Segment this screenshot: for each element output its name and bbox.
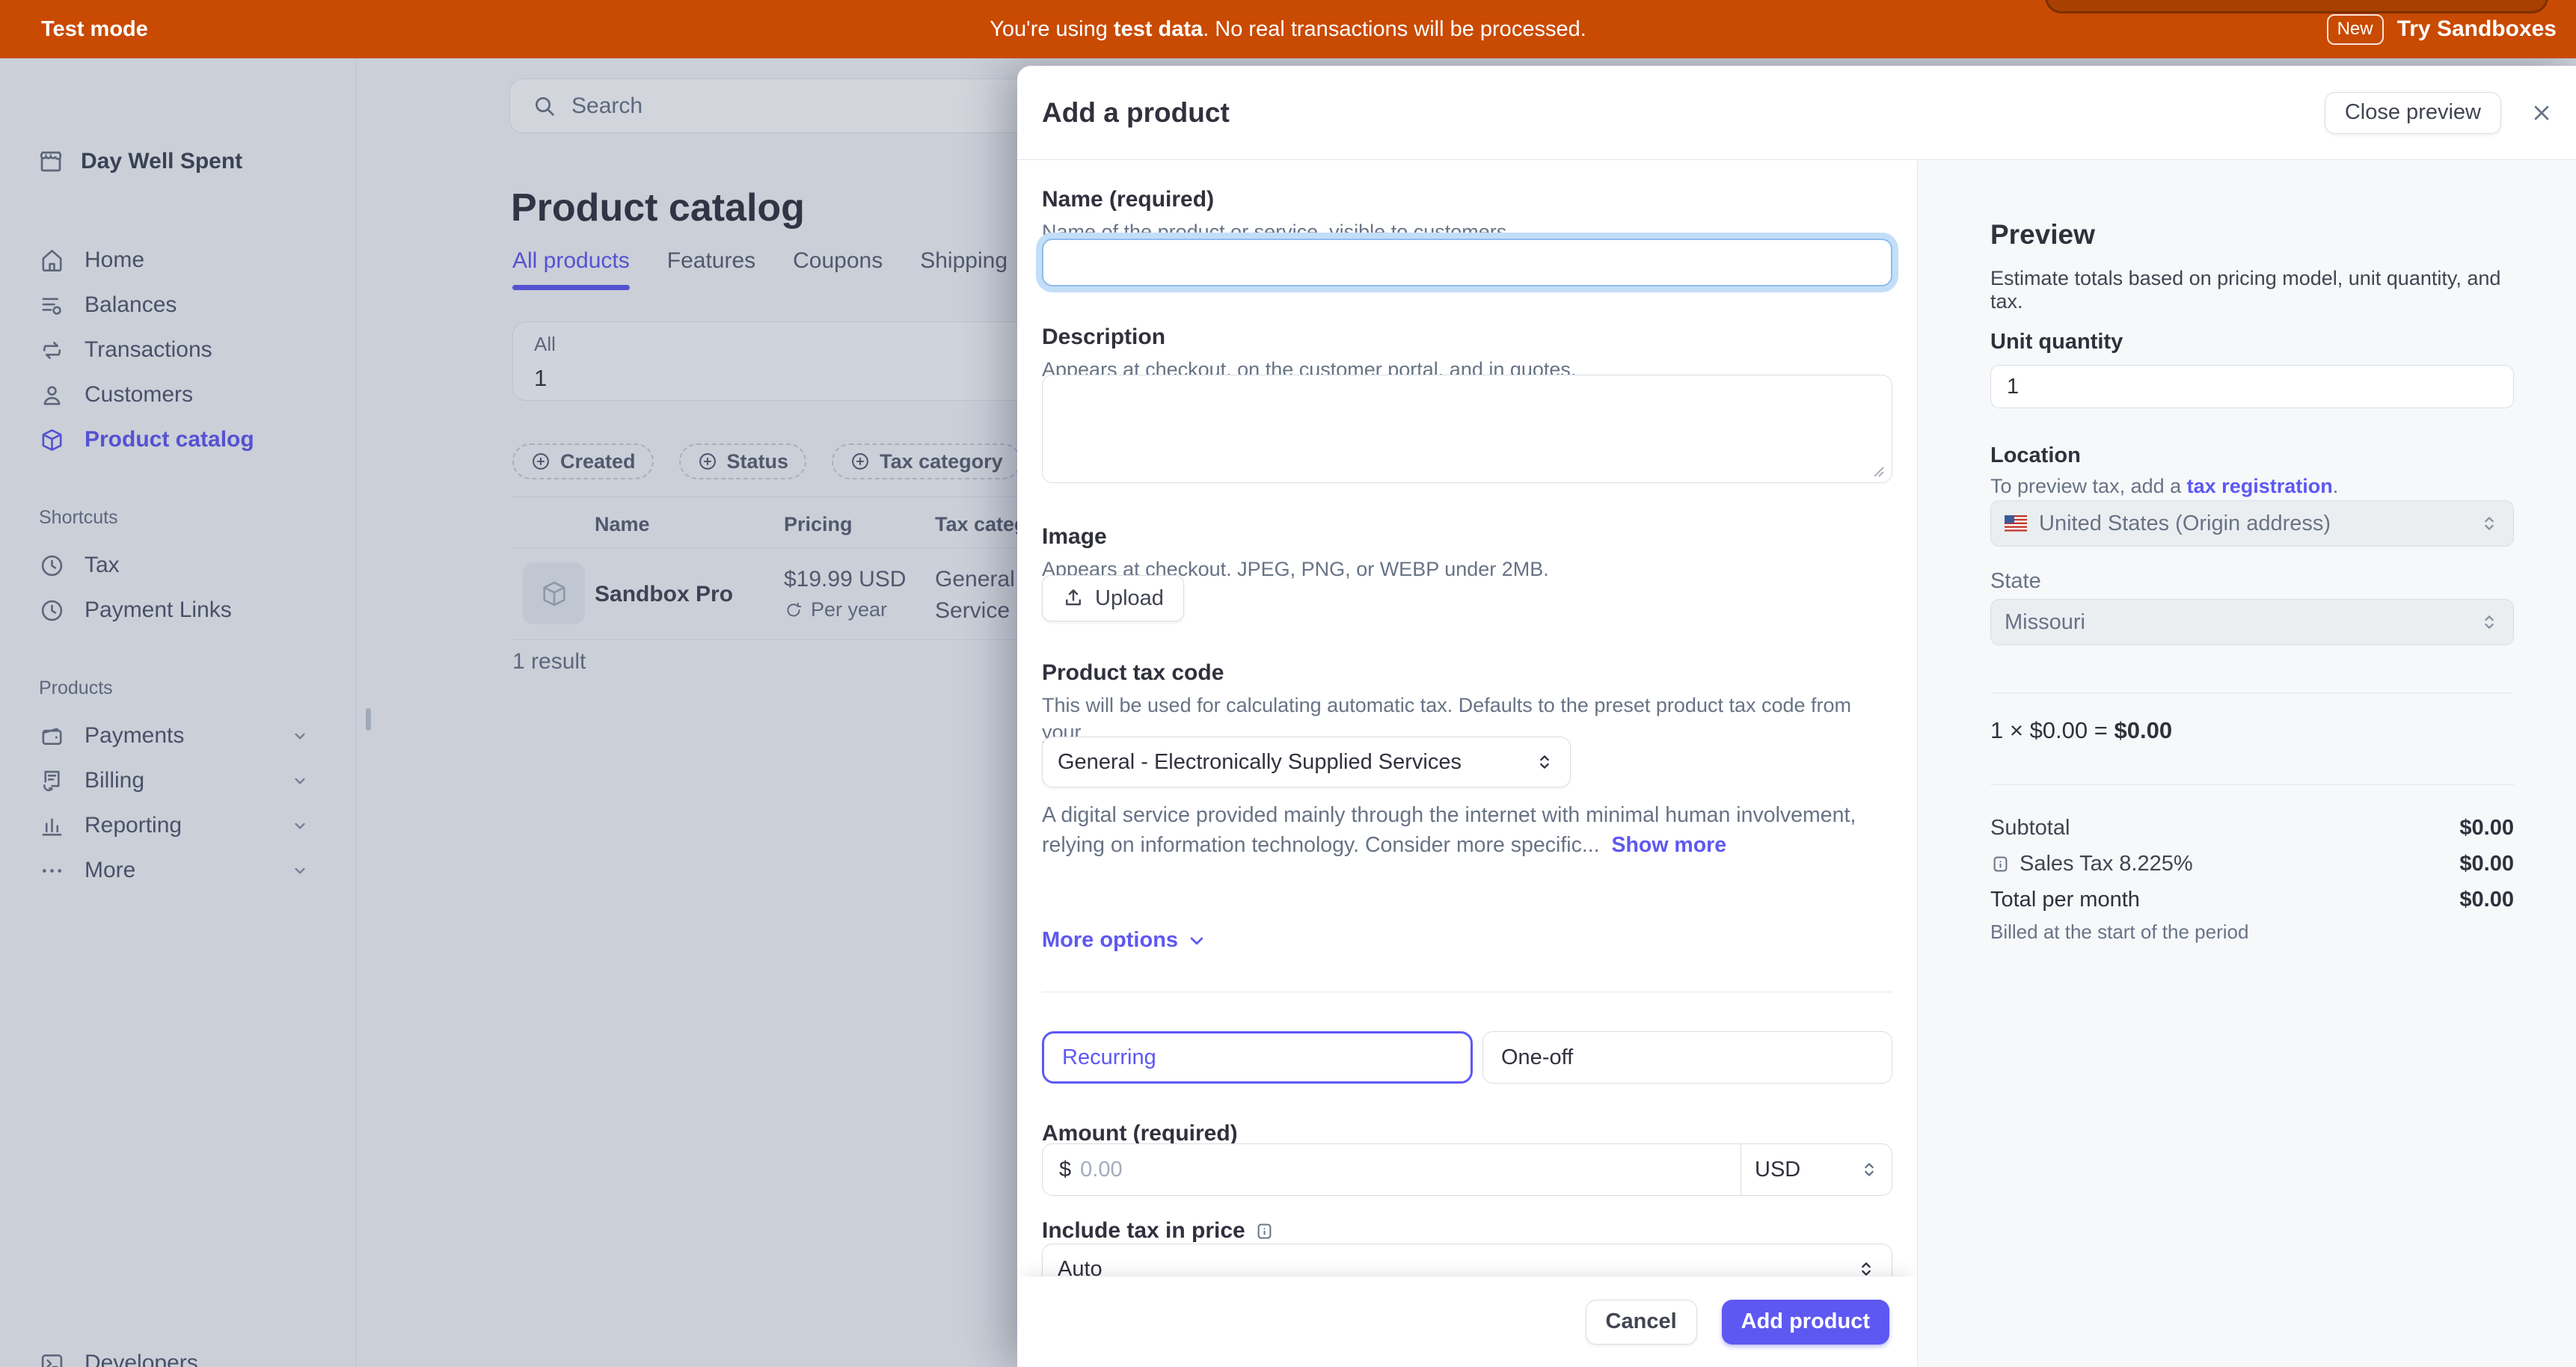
chevron-down-icon — [1186, 930, 1208, 952]
info-icon[interactable] — [1990, 854, 2011, 874]
unit-quantity-label: Unit quantity — [1990, 330, 2514, 354]
modal-title: Add a product — [1042, 97, 1230, 129]
subtotal-row: Subtotal $0.00 — [1990, 816, 2514, 841]
test-data-banner: You're using test data. No real transact… — [0, 17, 2576, 42]
close-preview-button[interactable]: Close preview — [2325, 92, 2501, 134]
image-label: Image — [1042, 524, 1892, 550]
upload-icon — [1062, 587, 1085, 609]
close-icon[interactable] — [2530, 101, 2554, 125]
cancel-button[interactable]: Cancel — [1586, 1300, 1697, 1345]
calc-line: 1 × $0.00 = $0.00 — [1990, 717, 2514, 744]
select-updown-icon — [2479, 513, 2500, 534]
amount-label: Amount (required) — [1042, 1121, 1892, 1146]
select-updown-icon — [1534, 752, 1555, 772]
total-row: Total per month $0.00 — [1990, 888, 2514, 912]
pricing-type-toggle: Recurring One-off — [1042, 1031, 1892, 1084]
sandbox-callout-shape — [2045, 0, 2548, 13]
description-field[interactable] — [1042, 375, 1892, 483]
location-help: To preview tax, add a tax registration. — [1990, 473, 2514, 500]
preview-divider — [1990, 784, 2514, 785]
preview-panel: Preview Estimate totals based on pricing… — [1917, 159, 2576, 1367]
info-icon[interactable] — [1254, 1221, 1275, 1241]
pricing-type-recurring[interactable]: Recurring — [1042, 1031, 1473, 1084]
pricing-type-one-off[interactable]: One-off — [1482, 1031, 1892, 1084]
new-badge: New — [2327, 14, 2384, 45]
state-label: State — [1990, 569, 2514, 594]
amount-field-group: $ USD — [1042, 1143, 1892, 1196]
country-select[interactable]: United States (Origin address) — [1990, 500, 2514, 547]
unit-quantity-input[interactable] — [1990, 365, 2514, 408]
preview-divider — [1990, 692, 2514, 693]
amount-input[interactable] — [1071, 1144, 1741, 1195]
select-updown-icon — [2479, 612, 2500, 633]
include-tax-label: Include tax in price — [1042, 1218, 1892, 1244]
tax-registration-link[interactable]: tax registration — [2187, 475, 2333, 497]
tax-code-label: Product tax code — [1042, 660, 1892, 686]
location-label: Location — [1990, 443, 2514, 468]
more-options-toggle[interactable]: More options — [1042, 928, 1892, 953]
preview-subtitle: Estimate totals based on pricing model, … — [1990, 267, 2514, 313]
modal-footer: Cancel Add product — [1017, 1277, 1917, 1367]
add-product-modal: Add a product Close preview Name (requir… — [1017, 66, 2576, 1367]
state-select[interactable]: Missouri — [1990, 599, 2514, 645]
currency-symbol: $ — [1043, 1158, 1071, 1182]
tax-code-description: A digital service provided mainly throug… — [1042, 800, 1892, 860]
currency-select[interactable]: USD — [1741, 1144, 1892, 1195]
description-label: Description — [1042, 325, 1892, 350]
resize-handle-icon[interactable] — [1870, 463, 1885, 478]
show-more-link[interactable]: Show more — [1612, 833, 1727, 857]
add-product-button[interactable]: Add product — [1722, 1300, 1889, 1345]
upload-button[interactable]: Upload — [1042, 575, 1184, 621]
try-sandboxes-link[interactable]: Try Sandboxes — [2397, 16, 2557, 42]
billing-note: Billed at the start of the period — [1990, 921, 2514, 944]
modal-header: Add a product Close preview — [1017, 66, 2576, 159]
preview-title: Preview — [1990, 219, 2514, 251]
product-form: Name (required) Name of the product or s… — [1017, 159, 1917, 1367]
us-flag-icon — [2005, 515, 2027, 532]
select-updown-icon — [1859, 1159, 1880, 1180]
name-label: Name (required) — [1042, 187, 1892, 212]
tax-code-select[interactable]: General - Electronically Supplied Servic… — [1042, 737, 1571, 787]
test-mode-bar: Test mode You're using test data. No rea… — [0, 0, 2576, 58]
name-field[interactable] — [1042, 239, 1892, 286]
sales-tax-row: Sales Tax 8.225% $0.00 — [1990, 852, 2514, 876]
